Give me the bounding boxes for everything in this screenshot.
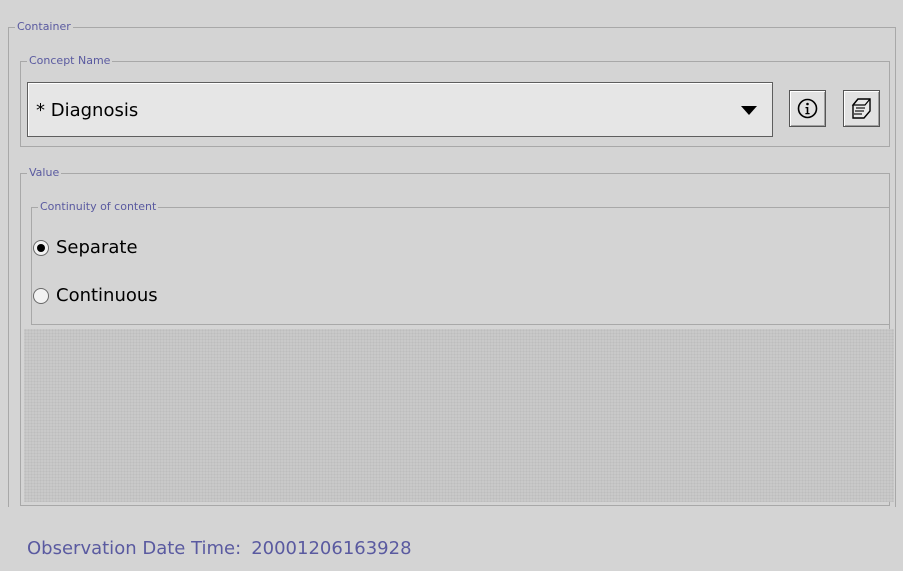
continuity-legend: Continuity of content	[38, 200, 159, 214]
concept-name-dropdown[interactable]: * Diagnosis	[27, 82, 773, 137]
radio-label-continuous[interactable]: Continuous	[56, 285, 158, 307]
observation-datetime-label: Observation Date Time:	[27, 538, 242, 559]
value-content-area	[24, 329, 894, 502]
radio-button-unselected[interactable]	[33, 288, 49, 304]
radio-option-separate[interactable]: Separate	[33, 236, 333, 262]
radio-option-continuous[interactable]: Continuous	[33, 284, 333, 310]
concept-name-selected-value: * Diagnosis	[36, 100, 139, 121]
container-legend: Container	[15, 20, 73, 34]
notepad-icon	[851, 98, 871, 119]
info-icon	[797, 98, 818, 119]
notepad-button[interactable]	[843, 90, 880, 127]
observation-datetime-value: 20001206163928	[251, 538, 412, 559]
dropdown-arrow-icon[interactable]	[741, 106, 757, 115]
info-button[interactable]	[789, 90, 826, 127]
radio-button-selected[interactable]	[33, 240, 49, 256]
radio-label-separate[interactable]: Separate	[56, 237, 138, 259]
value-legend: Value	[27, 166, 62, 180]
observation-datetime: Observation Date Time: 20001206163928	[27, 538, 412, 560]
concept-name-legend: Concept Name	[27, 54, 113, 68]
